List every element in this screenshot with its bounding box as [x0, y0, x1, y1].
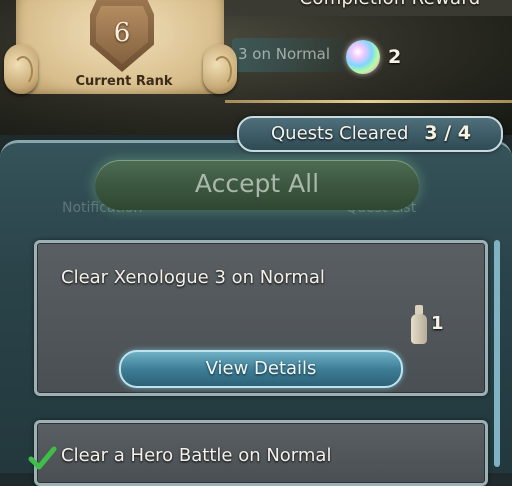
dueling-crest-icon [409, 305, 429, 345]
quest-title: Clear a Hero Battle on Normal [61, 445, 332, 466]
checkmark-icon [28, 446, 57, 470]
bottle-body [411, 314, 427, 344]
scroll-roll-left [4, 44, 38, 94]
rank-number: 6 [113, 18, 131, 48]
scrollbar[interactable] [494, 240, 500, 467]
quests-cleared-pill: Quests Cleared 3 / 4 [237, 116, 503, 152]
reward-quantity: 1 [431, 313, 444, 334]
quest-title: Clear Xenologue 3 on Normal [61, 267, 325, 288]
view-details-button[interactable]: View Details [119, 350, 403, 388]
accept-all-label: Accept All [194, 169, 320, 198]
view-details-label: View Details [205, 358, 317, 379]
orb-icon [346, 40, 380, 74]
rank-badge: 6 [90, 0, 154, 72]
rank-scroll: 6 Current Rank [4, 0, 237, 112]
orb-count: 2 [388, 46, 402, 68]
accept-all-button[interactable]: Accept All [95, 160, 419, 210]
scroll-roll-right [203, 44, 237, 94]
completion-reward-title: Completion Reward [270, 0, 510, 9]
rank-label: Current Rank [75, 74, 173, 89]
quests-cleared-count: 3 / 4 [424, 122, 471, 144]
mission-peek-text: 3 on Normal [238, 45, 331, 63]
mission-peek: 3 on Normal [232, 38, 344, 72]
gold-divider [225, 100, 512, 103]
quest-card: Clear Xenologue 3 on Normal 1 View Detai… [34, 240, 488, 396]
quests-cleared-label: Quests Cleared [271, 123, 409, 144]
quest-card: Clear a Hero Battle on Normal [28, 420, 488, 486]
